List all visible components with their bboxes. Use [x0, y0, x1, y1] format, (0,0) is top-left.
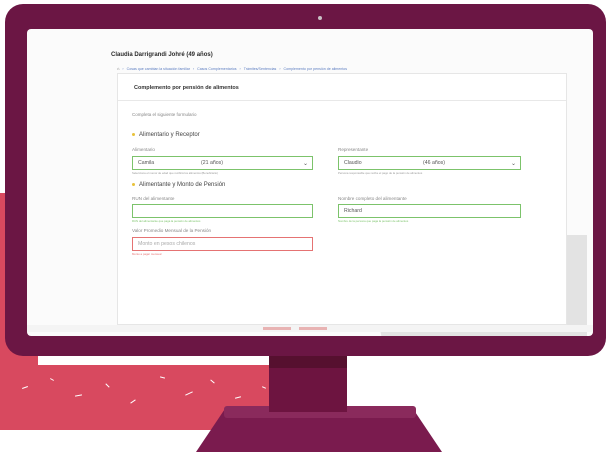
rut-label: RUN del alimentante — [132, 196, 175, 201]
home-icon[interactable]: ⌂ — [117, 66, 119, 71]
nombre-help: Nombre de la persona que paga la pensión… — [338, 219, 409, 223]
footer-button[interactable] — [299, 327, 327, 330]
chevron-down-icon: ⌄ — [510, 161, 516, 167]
alimentario-select[interactable]: Camila (21 años) ⌄ — [132, 156, 313, 170]
breadcrumb-item-current: Complemento por pensión de alimentos — [283, 66, 348, 71]
alimentario-value: Camila — [138, 160, 155, 166]
section-title-alimentario: Alimentario y Receptor — [132, 132, 200, 138]
monto-help: Monto a pagar mensual — [132, 252, 162, 256]
breadcrumb: ⌂ › Cosas que cambian la situación famil… — [117, 66, 348, 71]
screen: Claudia Darrigrandi Johré (49 años) ⌂ › … — [27, 29, 593, 336]
monitor-frame: Claudia Darrigrandi Johré (49 años) ⌂ › … — [5, 4, 606, 356]
patient-name: Claudia Darrigrandi Johré (49 años) — [111, 52, 213, 58]
section-title-alimentante: Alimentante y Monto de Pensión — [132, 182, 225, 188]
form-title: Complemento por pensión de alimentos — [134, 85, 239, 91]
rut-input[interactable] — [132, 204, 313, 218]
monto-placeholder: Monto en pesos chilenos — [138, 241, 196, 247]
rut-help: RUN del alimentante que paga la pensión … — [132, 219, 201, 223]
alimentario-help: Selecciona el menor de edad que recibirá… — [132, 171, 218, 175]
nombre-value: Richard — [344, 208, 362, 214]
breadcrumb-item[interactable]: Trámites/Sentencias — [244, 67, 277, 71]
footer-button[interactable] — [263, 327, 291, 330]
representante-select[interactable]: Claudio (46 años) ⌄ — [338, 156, 521, 170]
bullet-icon — [132, 132, 135, 136]
representante-age: (46 años) — [423, 160, 445, 166]
representante-label: Representante — [338, 147, 369, 152]
bullet-icon — [132, 182, 135, 186]
nombre-label: Nombre completo del alimentante — [338, 196, 407, 201]
form-instructions: Completa el siguiente formulario — [132, 112, 197, 117]
breadcrumb-item[interactable]: Cosas que cambian la situación familiar — [127, 67, 190, 71]
nombre-input[interactable]: Richard — [338, 204, 521, 218]
representante-value: Claudio — [344, 160, 362, 166]
camera-icon — [318, 16, 322, 20]
representante-help: Persona responsable que recibe el pago d… — [338, 171, 423, 175]
form-card: Complemento por pensión de alimentos Com… — [117, 73, 567, 325]
alimentario-label: Alimentario — [132, 147, 155, 152]
monto-input[interactable]: Monto en pesos chilenos — [132, 237, 313, 251]
breadcrumb-item[interactable]: Casos Complementarios — [197, 67, 236, 71]
monto-label: Valor Promedio Mensual de la Pensión — [132, 228, 212, 233]
footer-bar — [27, 325, 593, 332]
chevron-down-icon: ⌄ — [302, 161, 308, 167]
alimentario-age: (21 años) — [201, 160, 223, 166]
